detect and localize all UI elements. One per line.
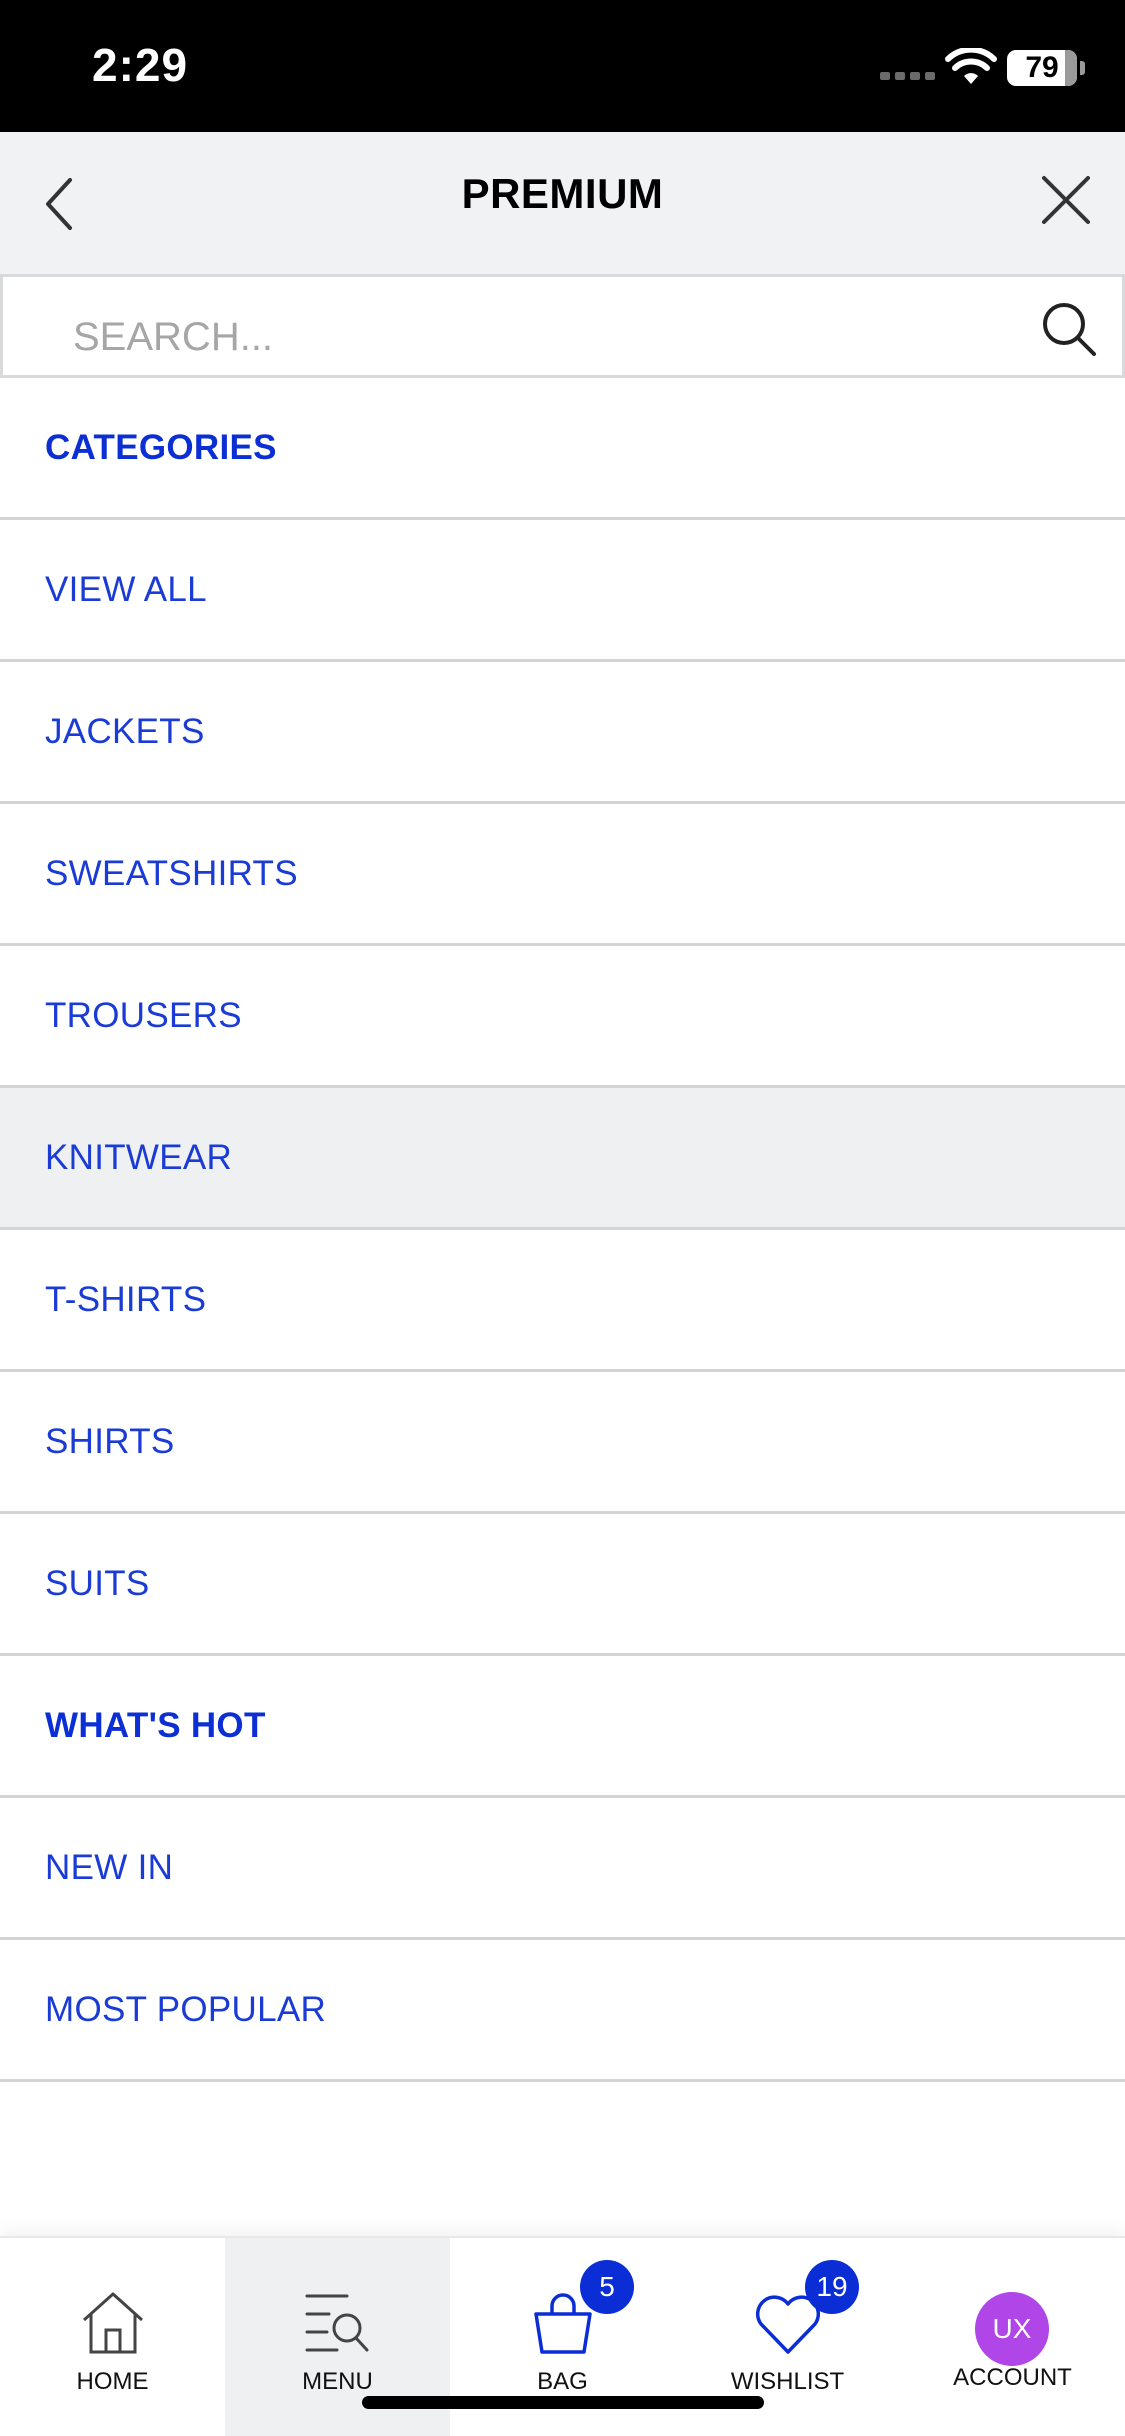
menu-heading-label: CATEGORIES (45, 427, 277, 467)
menu-search-icon (305, 2294, 369, 2352)
menu-item-label: MOST POPULAR (45, 1989, 327, 2029)
menu-item-label: SWEATSHIRTS (45, 853, 298, 893)
battery-icon: 79 (1007, 50, 1077, 86)
battery-level: 79 (1025, 51, 1059, 84)
home-icon (82, 2292, 144, 2354)
tab-account[interactable]: UX ACCOUNT (900, 2238, 1125, 2436)
menu-item-suits[interactable]: SUITS (0, 1514, 1125, 1656)
tab-account-label: ACCOUNT (953, 2364, 1072, 2391)
tab-menu-label: MENU (302, 2368, 373, 2395)
tab-home[interactable]: HOME (0, 2238, 225, 2436)
menu-item-label: T-SHIRTS (45, 1279, 207, 1319)
tab-wishlist-label: WISHLIST (730, 2368, 845, 2395)
menu-heading-whats-hot: WHAT'S HOT (0, 1656, 1125, 1798)
search-bar (0, 274, 1125, 378)
search-input[interactable] (73, 307, 973, 367)
menu-item-label: SHIRTS (45, 1421, 175, 1461)
menu-item-label: SUITS (45, 1563, 150, 1603)
bag-count-badge: 5 (580, 2260, 634, 2314)
status-bar: 2:29 79 (0, 0, 1125, 132)
tab-home-label: HOME (76, 2368, 149, 2395)
status-time: 2:29 (92, 39, 189, 91)
avatar: UX (975, 2292, 1049, 2366)
menu-item-shirts[interactable]: SHIRTS (0, 1372, 1125, 1514)
menu-item-label: KNITWEAR (45, 1137, 233, 1177)
menu-item-trousers[interactable]: TROUSERS (0, 946, 1125, 1088)
menu-item-knitwear[interactable]: KNITWEAR (0, 1088, 1125, 1230)
menu-heading-label: WHAT'S HOT (45, 1705, 266, 1745)
tab-bag-label: BAG (537, 2368, 588, 2395)
menu-item-most-popular[interactable]: MOST POPULAR (0, 1940, 1125, 2082)
header: PREMIUM (0, 132, 1125, 274)
category-menu: CATEGORIES VIEW ALL JACKETS SWEATSHIRTS … (0, 378, 1125, 2082)
menu-item-label: NEW IN (45, 1847, 174, 1887)
menu-item-sweatshirts[interactable]: SWEATSHIRTS (0, 804, 1125, 946)
menu-item-view-all[interactable]: VIEW ALL (0, 520, 1125, 662)
menu-item-label: TROUSERS (45, 995, 242, 1035)
menu-item-jackets[interactable]: JACKETS (0, 662, 1125, 804)
wifi-icon (945, 48, 997, 84)
menu-item-label: JACKETS (45, 711, 205, 751)
search-icon[interactable] (1039, 299, 1099, 359)
cellular-signal-icon (880, 72, 935, 80)
battery-nub (1080, 61, 1085, 75)
home-indicator (362, 2396, 764, 2409)
menu-item-t-shirts[interactable]: T-SHIRTS (0, 1230, 1125, 1372)
close-icon[interactable] (1038, 172, 1094, 228)
menu-heading-categories: CATEGORIES (0, 378, 1125, 520)
menu-item-label: VIEW ALL (45, 569, 207, 609)
menu-item-new-in[interactable]: NEW IN (0, 1798, 1125, 1940)
page-title: PREMIUM (461, 170, 664, 217)
wishlist-count-badge: 19 (805, 2260, 859, 2314)
